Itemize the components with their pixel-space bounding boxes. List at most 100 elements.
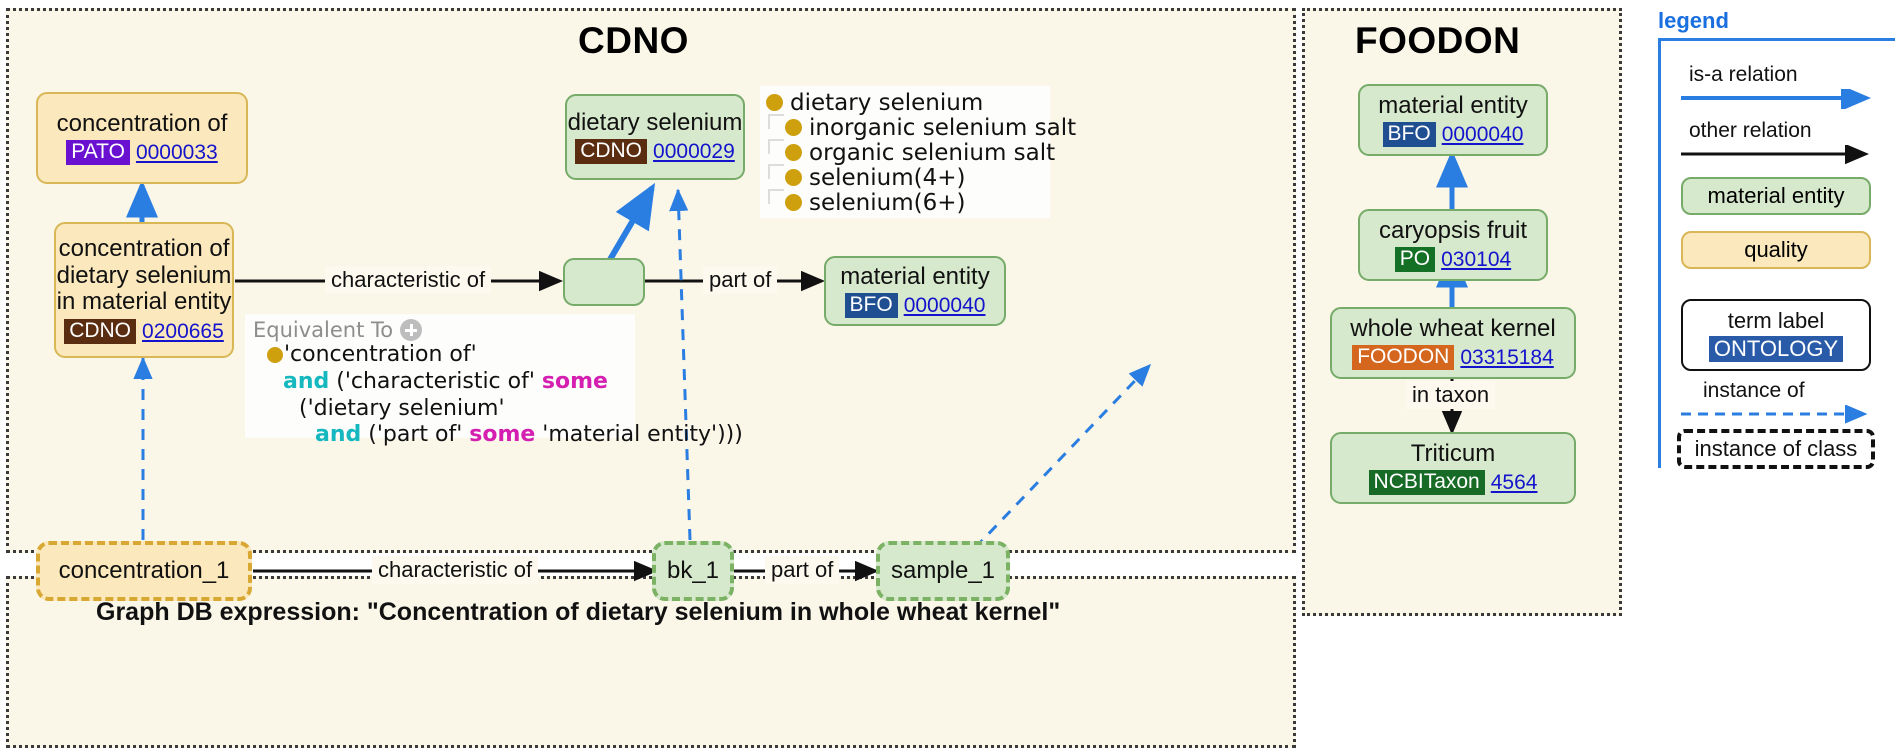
node-label-line1: concentration of [58, 234, 230, 262]
tree-connector-icon [768, 139, 784, 154]
expression-token: ('characteristic of' [329, 368, 542, 394]
node-label: material entity [1378, 91, 1528, 119]
node-concentration-1[interactable]: concentration_1 [36, 541, 252, 601]
cdno-panel-title: CDNO [578, 20, 689, 61]
node-dietary-selenium[interactable]: dietary selenium CDNO 0000029 [565, 94, 745, 180]
legend-instance-of-class-label: instance of class [1694, 436, 1858, 461]
expression-token: and [283, 368, 330, 394]
equivalent-expression-line: and ('characteristic of' some [253, 369, 627, 396]
class-bullet-icon [766, 94, 783, 111]
legend-instance-of-label: instance of [1703, 379, 1805, 402]
taxonomy-item-label: organic selenium salt [809, 139, 1056, 166]
ontology-badge-po: PO [1394, 247, 1436, 273]
node-label: concentration of [56, 109, 228, 137]
ontology-id-link[interactable]: 0000033 [136, 141, 218, 165]
expression-token: ('dietary selenium' [299, 395, 505, 421]
ontology-badge-cdno: CDNO [575, 139, 648, 165]
ontology-id-link[interactable]: 030104 [1441, 248, 1511, 272]
expression-token: ('part of' [361, 422, 470, 448]
node-id-line: NCBITaxon 4564 [1368, 470, 1538, 496]
taxonomy-item[interactable]: selenium(4+) [768, 164, 1044, 191]
node-id-line: PO 030104 [1394, 247, 1511, 273]
ontology-badge-ncbitaxon: NCBITaxon [1368, 470, 1485, 496]
legend-is-a-arrow-icon [1681, 89, 1871, 109]
legend-quality-label: quality [1744, 237, 1808, 262]
taxonomy-item[interactable]: organic selenium salt [768, 139, 1055, 166]
legend: legend is-a relation other relation mate… [1650, 8, 1895, 476]
legend-other-arrow-icon [1681, 145, 1869, 165]
equivalent-expression-line: ('dietary selenium' [253, 396, 627, 423]
legend-instance-of-arrow-icon [1681, 405, 1868, 424]
equivalent-to-header: Equivalent To [253, 318, 627, 342]
equivalent-to-popup: Equivalent To 'concentration of' and ('ch… [245, 314, 743, 447]
legend-instance-of-class-box: instance of class [1677, 429, 1875, 469]
node-material-entity-foodon[interactable]: material entity BFO 0000040 [1358, 84, 1548, 156]
edge-label-part-of: part of [703, 266, 778, 294]
taxonomy-item-label: selenium(6+) [809, 189, 966, 216]
legend-is-a-relation-label: is-a relation [1689, 63, 1798, 86]
legend-body: is-a relation other relation material en… [1658, 38, 1895, 469]
node-whole-wheat-kernel[interactable]: whole wheat kernel FOODON 03315184 [1330, 307, 1576, 379]
tree-connector-icon [768, 114, 784, 129]
node-id-line: CDNO 0000029 [575, 139, 735, 165]
graphdb-panel-title: Graph DB expression: "Concentration of d… [96, 598, 1061, 626]
taxonomy-item[interactable]: selenium(6+) [768, 189, 1044, 216]
equivalent-expression-line: 'concentration of' [253, 342, 627, 369]
expression-token: some [541, 368, 608, 394]
legend-ontology-badge: ONTOLOGY [1708, 335, 1844, 363]
legend-other-relation-label: other relation [1689, 119, 1812, 142]
foodon-panel-title: FOODON [1355, 20, 1521, 61]
ontology-badge-bfo: BFO [844, 293, 898, 319]
taxonomy-item-label: selenium(4+) [809, 164, 966, 191]
node-label: whole wheat kernel [1350, 314, 1556, 342]
node-concentration-of[interactable]: concentration of PATO 0000033 [36, 92, 248, 184]
class-bullet-icon [785, 169, 802, 186]
legend-term-label: term label [1727, 307, 1825, 333]
plus-icon[interactable] [400, 319, 423, 341]
taxonomy-item[interactable]: dietary selenium [766, 90, 1044, 116]
node-id-line: PATO 0000033 [66, 140, 218, 166]
node-label-line2: dietary selenium [56, 261, 232, 289]
node-bk-1[interactable]: bk_1 [652, 541, 734, 601]
ontology-id-link[interactable]: 0000029 [653, 140, 735, 164]
node-id-line: FOODON 03315184 [1352, 345, 1554, 371]
ontology-id-link[interactable]: 0000040 [1442, 123, 1524, 147]
ontology-badge-foodon: FOODON [1352, 345, 1455, 371]
node-label: caryopsis fruit [1378, 216, 1528, 244]
ontology-id-link[interactable]: 4564 [1491, 471, 1538, 495]
class-bullet-icon [785, 119, 802, 136]
node-label: dietary selenium [567, 108, 743, 136]
ontology-badge-cdno: CDNO [64, 319, 137, 345]
node-anonymous-class[interactable] [563, 258, 645, 306]
node-label: material entity [840, 262, 990, 290]
node-material-entity-cdno[interactable]: material entity BFO 0000040 [824, 256, 1006, 326]
ontology-id-link[interactable]: 0000040 [904, 294, 986, 318]
equivalent-to-label: Equivalent To [253, 318, 394, 342]
equivalent-expression-line: and ('part of' some 'material entity'))) [253, 422, 743, 449]
class-bullet-icon [267, 347, 283, 363]
ontology-id-link[interactable]: 0200665 [142, 320, 224, 344]
node-caryopsis-fruit[interactable]: caryopsis fruit PO 030104 [1358, 209, 1548, 281]
node-label: concentration_1 [58, 556, 230, 584]
ontology-badge-bfo: BFO [1382, 122, 1436, 148]
node-label-line3: in material entity [56, 288, 232, 316]
legend-material-entity-label: material entity [1707, 183, 1845, 208]
taxonomy-item[interactable]: inorganic selenium salt [768, 114, 1076, 141]
node-label: bk_1 [666, 556, 720, 584]
expression-token: 'material entity'))) [535, 422, 743, 448]
taxonomy-popup: dietary selenium inorganic selenium salt o… [760, 86, 1076, 218]
edge-label-gdb-part-of: part of [765, 556, 840, 584]
expression-token: 'concentration of' [284, 342, 477, 367]
ontology-id-link[interactable]: 03315184 [1460, 346, 1553, 370]
edge-label-characteristic-of: characteristic of [325, 266, 492, 294]
legend-material-entity-box: material entity [1681, 177, 1871, 215]
class-bullet-icon [785, 144, 802, 161]
node-id-line: BFO 0000040 [1382, 122, 1524, 148]
node-concentration-of-dietary-selenium-in-material-entity[interactable]: concentration of dietary selenium in mat… [54, 222, 234, 358]
node-triticum[interactable]: Triticum NCBITaxon 4564 [1330, 432, 1576, 504]
taxonomy-item-label: inorganic selenium salt [809, 114, 1077, 141]
legend-term-label-box: term label ONTOLOGY [1681, 299, 1871, 371]
node-sample-1[interactable]: sample_1 [876, 541, 1010, 601]
ontology-badge-pato: PATO [66, 140, 130, 166]
node-label: Triticum [1410, 439, 1496, 467]
